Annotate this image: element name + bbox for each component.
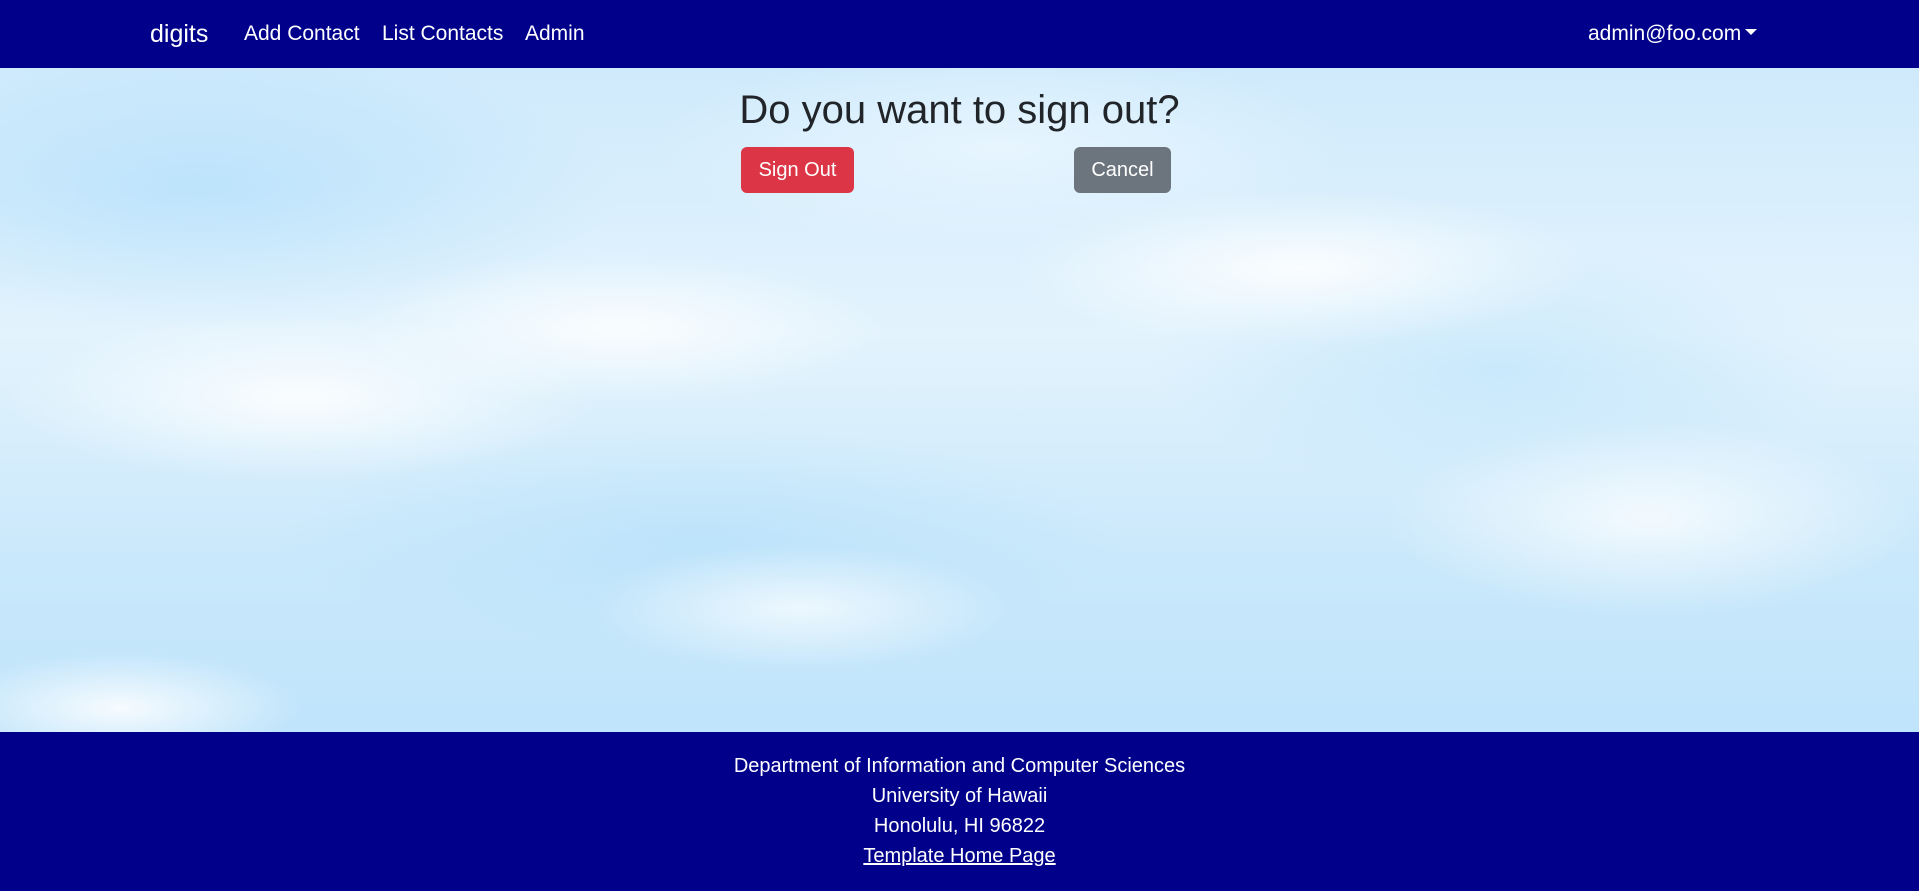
footer-university: University of Hawaii (871, 785, 1048, 807)
caret-down-icon (1745, 29, 1758, 36)
navbar: digits Add Contact List Contacts Admin a… (0, 0, 1919, 68)
template-home-link[interactable]: Template Home Page (863, 845, 1055, 867)
footer-text-block: Department of Information and Computer S… (0, 751, 1919, 871)
footer-department: Department of Information and Computer S… (733, 755, 1186, 777)
cancel-button[interactable]: Cancel (1074, 147, 1171, 193)
user-menu-dropdown[interactable]: admin@foo.com (1588, 0, 1758, 68)
sign-out-button[interactable]: Sign Out (741, 147, 854, 193)
footer-address: Honolulu, HI 96822 (873, 815, 1046, 837)
user-menu-label: admin@foo.com (1588, 22, 1742, 45)
brand-link[interactable]: digits (150, 0, 208, 68)
nav-list-contacts[interactable]: List Contacts (382, 0, 503, 68)
main-content: Do you want to sign out? Sign Out Cancel (0, 68, 1919, 732)
page-title: Do you want to sign out? (739, 88, 1180, 132)
footer: Department of Information and Computer S… (0, 732, 1919, 891)
nav-add-contact[interactable]: Add Contact (244, 0, 360, 68)
nav-admin[interactable]: Admin (525, 0, 585, 68)
